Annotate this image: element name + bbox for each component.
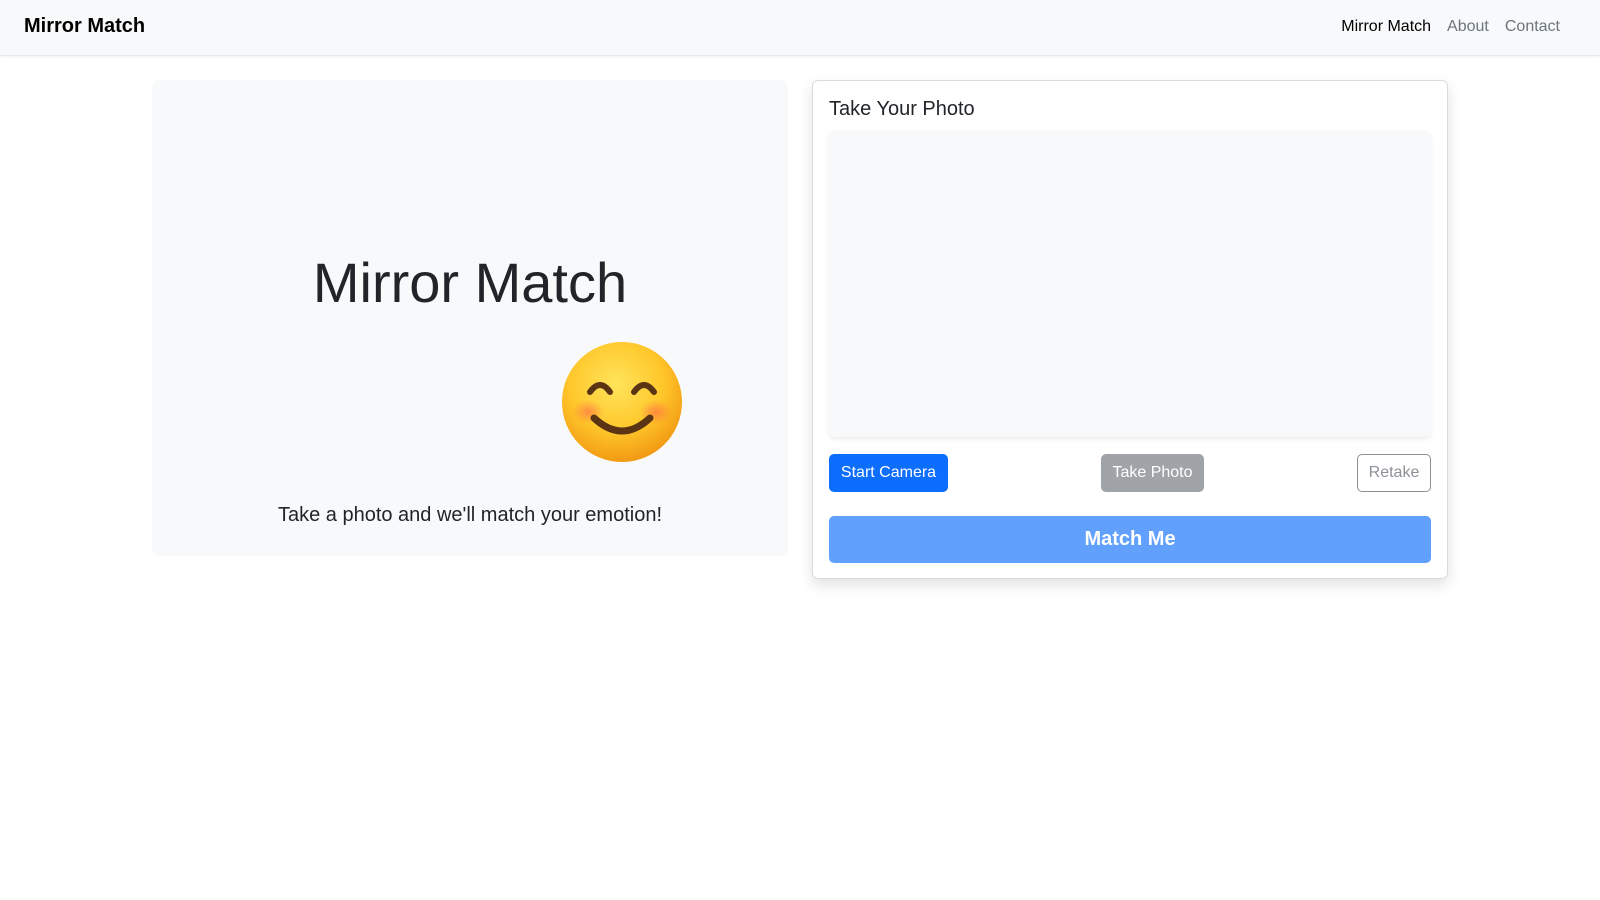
hero-panel: Mirror Match Take a photo and we'll matc… bbox=[152, 80, 788, 556]
card-title: Take Your Photo bbox=[829, 98, 975, 120]
nav-link-contact[interactable]: Contact bbox=[1505, 18, 1560, 36]
hero-title: Mirror Match bbox=[312, 251, 628, 314]
nav-link-about[interactable]: About bbox=[1447, 18, 1489, 36]
navbar: Mirror Match Mirror Match About Contact bbox=[0, 0, 1600, 56]
photo-card: Take Your Photo Start Camera Take Photo … bbox=[812, 80, 1448, 579]
nav-link-mirror-match[interactable]: Mirror Match bbox=[1341, 18, 1431, 36]
nav-links: Mirror Match About Contact bbox=[1341, 18, 1560, 36]
hero-tagline: Take a photo and we'll match your emotio… bbox=[277, 504, 663, 526]
start-camera-button[interactable]: Start Camera bbox=[829, 454, 948, 492]
navbar-brand[interactable]: Mirror Match bbox=[24, 15, 145, 38]
smiling-face-icon bbox=[560, 340, 684, 464]
match-me-button[interactable]: Match Me bbox=[829, 516, 1431, 563]
take-photo-button[interactable]: Take Photo bbox=[1101, 454, 1204, 492]
retake-button[interactable]: Retake bbox=[1357, 454, 1431, 492]
camera-preview bbox=[829, 131, 1431, 437]
